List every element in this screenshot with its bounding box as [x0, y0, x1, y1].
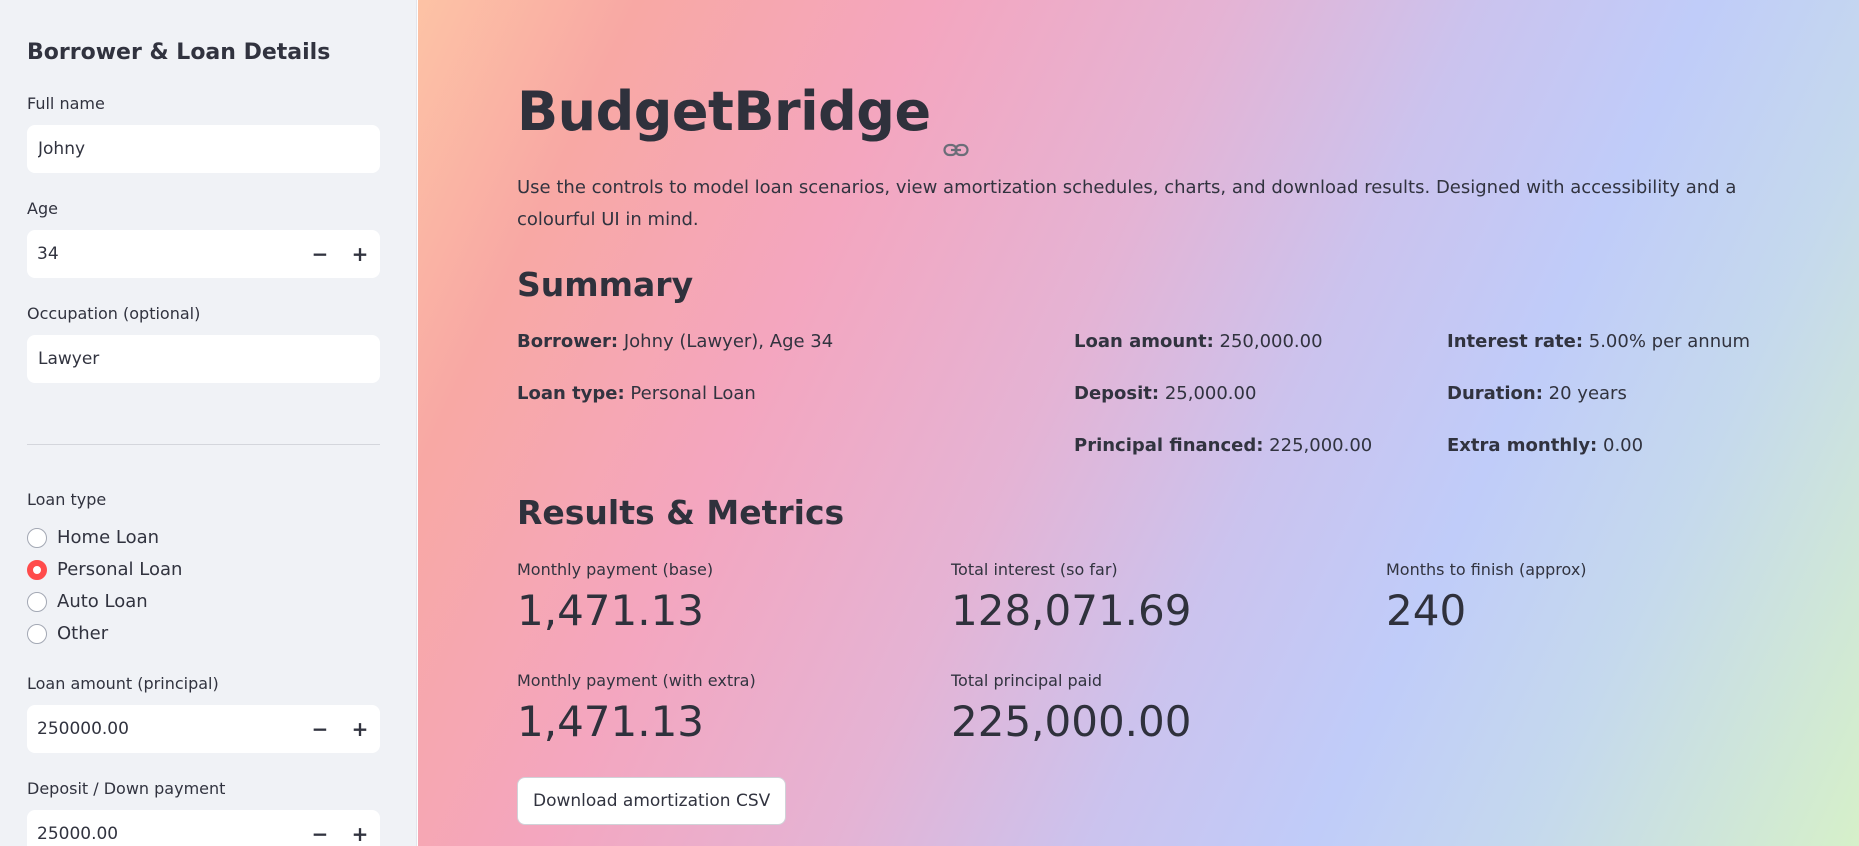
age-label: Age: [27, 199, 58, 218]
summary-value: Personal Loan: [624, 383, 756, 404]
metric-label: Total interest (so far): [951, 560, 1118, 579]
metric-value: 128,071.69: [951, 586, 1192, 635]
metric-value: 240: [1386, 586, 1467, 635]
summary-value: 0.00: [1597, 435, 1644, 456]
summary-key: Extra monthly:: [1447, 435, 1598, 456]
deposit-input[interactable]: [27, 810, 300, 846]
metric-label: Monthly payment (with extra): [517, 671, 756, 690]
summary-deposit: Deposit: 25,000.00: [1074, 383, 1256, 404]
full-name-input[interactable]: [27, 125, 380, 173]
summary-principal-financed: Principal financed: 225,000.00: [1074, 435, 1372, 456]
summary-value: 25,000.00: [1159, 383, 1257, 404]
download-csv-button[interactable]: Download amortization CSV: [517, 777, 787, 825]
summary-key: Deposit:: [1074, 383, 1160, 404]
loan-amount-decrement-button[interactable]: −: [300, 705, 340, 753]
deposit-decrement-button[interactable]: −: [300, 810, 340, 846]
loan-type-option-personal-loan[interactable]: Personal Loan: [27, 559, 182, 580]
summary-key: Duration:: [1447, 383, 1543, 404]
summary-value: 5.00% per annum: [1583, 331, 1751, 352]
loan-type-option-home-loan[interactable]: Home Loan: [27, 527, 159, 548]
loan-amount-number-input: − +: [27, 705, 380, 753]
radio-icon: [27, 527, 47, 548]
results-heading: Results & Metrics: [517, 493, 845, 532]
main-content: BudgetBridge Use the controls to model l…: [418, 0, 1859, 846]
sidebar-title: Borrower & Loan Details: [27, 40, 331, 65]
deposit-label: Deposit / Down payment: [27, 779, 226, 798]
page-title: BudgetBridge: [517, 80, 969, 156]
radio-label: Other: [57, 623, 109, 644]
summary-value: Johny (Lawyer), Age 34: [618, 331, 834, 352]
sidebar-divider: [27, 444, 380, 445]
summary-duration: Duration: 20 years: [1447, 383, 1627, 404]
summary-interest-rate: Interest rate: 5.00% per annum: [1447, 331, 1750, 352]
summary-key: Principal financed:: [1074, 435, 1264, 456]
radio-icon: [27, 623, 47, 644]
loan-amount-input[interactable]: [27, 705, 300, 753]
page-description: Use the controls to model loan scenarios…: [517, 177, 1737, 230]
summary-key: Interest rate:: [1447, 331, 1584, 352]
summary-borrower: Borrower: Johny (Lawyer), Age 34: [517, 331, 833, 352]
summary-key: Loan amount:: [1074, 331, 1214, 352]
occupation-input[interactable]: [27, 335, 380, 383]
loan-amount-increment-button[interactable]: +: [340, 705, 380, 753]
summary-value: 20 years: [1542, 383, 1627, 404]
radio-selected-icon: [27, 559, 47, 580]
age-decrement-button[interactable]: −: [300, 230, 340, 278]
metric-label: Monthly payment (base): [517, 560, 714, 579]
summary-key: Borrower:: [517, 331, 619, 352]
loan-type-label: Loan type: [27, 490, 107, 509]
radio-label: Personal Loan: [57, 559, 183, 580]
metric-value: 225,000.00: [951, 697, 1192, 746]
loan-type-option-auto-loan[interactable]: Auto Loan: [27, 591, 148, 612]
metric-label: Total principal paid: [951, 671, 1103, 690]
summary-key: Loan type:: [517, 383, 625, 404]
age-input[interactable]: [27, 230, 300, 278]
page-title-text: BudgetBridge: [517, 80, 931, 143]
deposit-increment-button[interactable]: +: [340, 810, 380, 846]
age-number-input: − +: [27, 230, 380, 278]
summary-heading: Summary: [517, 265, 694, 304]
summary-extra-monthly: Extra monthly: 0.00: [1447, 435, 1643, 456]
radio-icon: [27, 591, 47, 612]
deposit-number-input: − +: [27, 810, 380, 846]
summary-loan-type: Loan type: Personal Loan: [517, 383, 756, 404]
radio-label: Home Loan: [57, 527, 160, 548]
summary-loan-amount: Loan amount: 250,000.00: [1074, 331, 1323, 352]
radio-label: Auto Loan: [57, 591, 148, 612]
occupation-label: Occupation (optional): [27, 304, 201, 323]
sidebar: Borrower & Loan Details Full name Age − …: [0, 0, 417, 846]
summary-value: 250,000.00: [1213, 331, 1323, 352]
metric-value: 1,471.13: [517, 586, 705, 635]
age-increment-button[interactable]: +: [340, 230, 380, 278]
summary-value: 225,000.00: [1263, 435, 1373, 456]
full-name-label: Full name: [27, 94, 105, 113]
link-icon[interactable]: [942, 108, 969, 156]
loan-amount-label: Loan amount (principal): [27, 674, 219, 693]
metric-value: 1,471.13: [517, 697, 705, 746]
metric-label: Months to finish (approx): [1386, 560, 1587, 579]
loan-type-option-other[interactable]: Other: [27, 623, 108, 644]
